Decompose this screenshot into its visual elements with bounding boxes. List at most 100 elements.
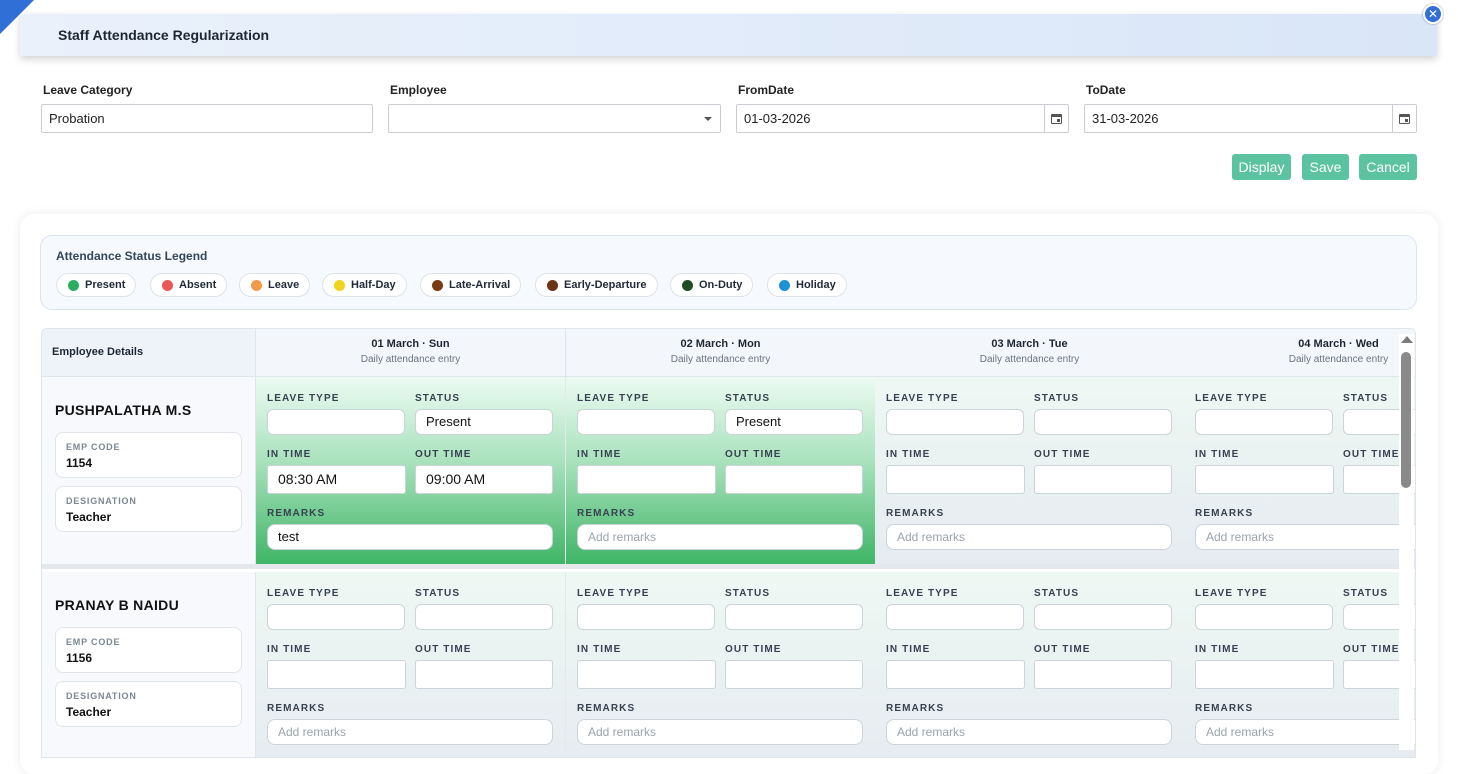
- employee-cell: PUSHPALATHA M.S EMP CODE 1154 DESIGNATION Te…: [42, 377, 256, 568]
- remarks-label: REMARKS: [886, 508, 945, 519]
- scroll-up-icon[interactable]: [1401, 336, 1413, 343]
- in-time-input[interactable]: [267, 660, 406, 689]
- scrollbar-thumb[interactable]: [1401, 352, 1411, 488]
- legend-chip-holiday: Holiday: [767, 273, 847, 297]
- out-time-label: OUT TIME: [415, 449, 472, 460]
- out-time-input[interactable]: [1034, 660, 1172, 689]
- day-subtitle: Daily attendance entry: [1288, 354, 1389, 365]
- calendar-icon: [1399, 113, 1410, 124]
- leave-type-label: LEAVE TYPE: [886, 588, 959, 599]
- out-time-label: OUT TIME: [1034, 449, 1091, 460]
- status-input[interactable]: Present: [415, 409, 553, 435]
- day-entry-cell: LEAVE TYPE STATUS IN TIME OUT TIME REMARKS Ad…: [256, 572, 566, 757]
- leave-type-input[interactable]: [1195, 409, 1333, 435]
- in-time-input[interactable]: [577, 465, 716, 494]
- leave-type-input[interactable]: [267, 409, 405, 435]
- remarks-placeholder: Add remarks: [1206, 725, 1275, 739]
- status-label: STATUS: [725, 588, 771, 599]
- leave-category-input[interactable]: Probation: [41, 104, 373, 133]
- close-button[interactable]: ✕: [1423, 4, 1443, 24]
- out-time-input[interactable]: [415, 660, 553, 689]
- out-time-input[interactable]: 09:00 AM: [415, 465, 553, 494]
- in-time-label: IN TIME: [267, 644, 312, 655]
- vertical-scrollbar[interactable]: [1399, 334, 1414, 750]
- remarks-input[interactable]: Add remarks: [577, 524, 863, 550]
- in-time-label: IN TIME: [1195, 644, 1240, 655]
- out-time-label: OUT TIME: [725, 644, 782, 655]
- legend-chip-label: Leave: [268, 279, 300, 291]
- leave-type-input[interactable]: [886, 604, 1024, 630]
- cancel-button[interactable]: Cancel: [1359, 154, 1417, 180]
- out-time-input[interactable]: [1034, 465, 1172, 494]
- leave-type-input[interactable]: [577, 604, 715, 630]
- day-entry-cell: LEAVE TYPE STATUS IN TIME OUT TIME REMARKS Ad…: [566, 572, 876, 757]
- leave-type-input[interactable]: [577, 409, 715, 435]
- remarks-input[interactable]: Add remarks: [886, 719, 1172, 745]
- remarks-input[interactable]: Add remarks: [1195, 719, 1415, 745]
- save-button[interactable]: Save: [1302, 154, 1349, 180]
- calendar-icon: [1051, 113, 1062, 124]
- in-time-input[interactable]: [1195, 660, 1334, 689]
- out-time-label: OUT TIME: [415, 644, 472, 655]
- status-input[interactable]: Present: [725, 409, 863, 435]
- from-date-calendar-button[interactable]: [1044, 105, 1068, 132]
- legend-chip-label: Present: [85, 279, 126, 291]
- legend-chip-label: Late-Arrival: [449, 279, 511, 291]
- legend-chip-present: Present: [56, 273, 137, 297]
- status-input[interactable]: [1034, 604, 1172, 630]
- status-input[interactable]: [415, 604, 553, 630]
- leave-type-label: LEAVE TYPE: [1195, 588, 1268, 599]
- in-time-input[interactable]: [886, 660, 1025, 689]
- remarks-placeholder: Add remarks: [1206, 530, 1275, 544]
- day-entry-cell: LEAVE TYPE STATUS IN TIME OUT TIME REMARKS Pr…: [256, 377, 566, 564]
- status-label: STATUS: [725, 393, 771, 404]
- remarks-label: REMARKS: [1195, 703, 1254, 714]
- designation-card: DESIGNATION Teacher: [55, 486, 242, 532]
- day-subtitle: Daily attendance entry: [670, 354, 771, 365]
- emp-code-label: EMP CODE: [66, 442, 121, 452]
- emp-code-label: EMP CODE: [66, 637, 121, 647]
- legend-chip-label: Absent: [179, 279, 217, 291]
- remarks-input[interactable]: Add remarks: [577, 719, 863, 745]
- status-input[interactable]: [725, 604, 863, 630]
- from-date-label: FromDate: [738, 83, 795, 97]
- out-time-input[interactable]: [725, 660, 863, 689]
- status-dot-icon: [162, 280, 173, 291]
- in-time-input[interactable]: [886, 465, 1025, 494]
- display-button[interactable]: Display: [1232, 154, 1291, 180]
- to-date-input[interactable]: 31-03-2026: [1084, 104, 1417, 133]
- employee-select[interactable]: [388, 104, 721, 133]
- out-time-label: OUT TIME: [1343, 644, 1400, 655]
- status-dot-icon: [547, 280, 558, 291]
- to-date-label: ToDate: [1086, 83, 1126, 97]
- to-date-calendar-button[interactable]: [1392, 105, 1416, 132]
- employee-details-header-label: Employee Details: [52, 346, 144, 358]
- in-time-input[interactable]: [1195, 465, 1334, 494]
- in-time-label: IN TIME: [577, 644, 622, 655]
- remarks-input[interactable]: Add remarks: [267, 719, 553, 745]
- day-column-header: 03 March · Tue Daily attendance entry: [875, 329, 1185, 377]
- remarks-input[interactable]: Add remarks: [1195, 524, 1415, 550]
- status-dot-icon: [682, 280, 693, 291]
- designation-label: DESIGNATION: [66, 691, 137, 701]
- from-date-input[interactable]: 01-03-2026: [736, 104, 1069, 133]
- day-entry-cell: LEAVE TYPE STATUS IN TIME OUT TIME REMARKS Ad…: [875, 377, 1185, 564]
- in-time-input[interactable]: 08:30 AM: [267, 465, 406, 494]
- in-time-input[interactable]: [577, 660, 716, 689]
- status-dot-icon: [68, 280, 79, 291]
- leave-type-input[interactable]: [267, 604, 405, 630]
- leave-type-input[interactable]: [886, 409, 1024, 435]
- emp-code-value: 1154: [66, 456, 93, 470]
- remarks-input[interactable]: Add remarks: [886, 524, 1172, 550]
- legend-chip-absent: Absent: [150, 273, 228, 297]
- leave-type-label: LEAVE TYPE: [886, 393, 959, 404]
- employee-details-header: Employee Details: [42, 329, 256, 377]
- remarks-input[interactable]: test: [267, 524, 553, 550]
- in-time-label: IN TIME: [1195, 449, 1240, 460]
- leave-type-input[interactable]: [1195, 604, 1333, 630]
- in-time-label: IN TIME: [267, 449, 312, 460]
- legend-chip-early-departure: Early-Departure: [535, 273, 658, 297]
- close-icon: ✕: [1427, 7, 1439, 21]
- status-input[interactable]: [1034, 409, 1172, 435]
- out-time-input[interactable]: [725, 465, 863, 494]
